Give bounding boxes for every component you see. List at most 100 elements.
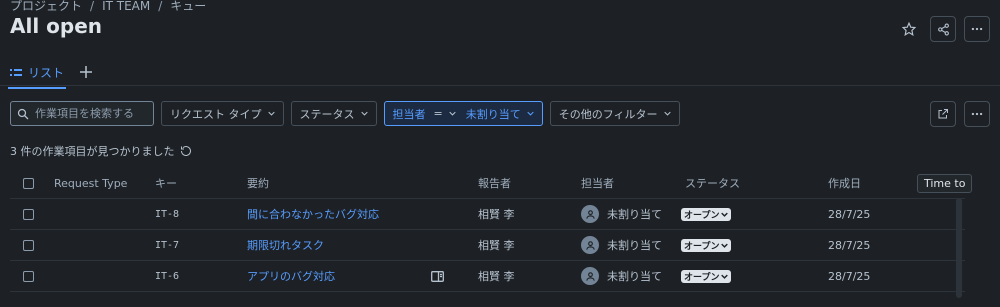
chevron-down-icon xyxy=(527,111,534,116)
chevron-down-icon xyxy=(721,274,729,279)
tab-list-label: リスト xyxy=(28,66,65,80)
status-badge-label: オープン xyxy=(684,210,720,221)
more-icon xyxy=(971,112,983,116)
row-created: 28/7/25 xyxy=(828,207,871,221)
tab-divider xyxy=(0,85,1000,86)
user-icon xyxy=(585,209,595,219)
chevron-down-icon xyxy=(449,111,456,116)
refresh-icon[interactable] xyxy=(180,145,192,157)
row-select-cell xyxy=(23,261,34,291)
assignee-filter-value: 未割り当て xyxy=(465,107,521,121)
column-summary[interactable]: 要約 xyxy=(247,168,269,198)
panel-icon xyxy=(431,270,444,282)
assignee-filter[interactable]: 担当者 = 未割り当て xyxy=(383,101,543,126)
row-assignee[interactable]: 未割り当て xyxy=(581,199,662,229)
breadcrumb-separator: / xyxy=(158,0,163,13)
row-assignee-name: 未割り当て xyxy=(607,239,662,252)
row-created: 28/7/25 xyxy=(828,238,871,252)
row-reporter: 相賢 李 xyxy=(478,208,515,221)
more-filters-label: その他のフィルター xyxy=(558,107,658,121)
row-assignee[interactable]: 未割り当て xyxy=(581,261,662,291)
star-icon xyxy=(902,22,916,36)
breadcrumb-queue[interactable]: キュー xyxy=(170,0,206,14)
external-link-icon xyxy=(938,109,948,119)
filter-actions xyxy=(930,101,990,127)
row-key[interactable]: IT-7 xyxy=(155,230,179,260)
header-actions xyxy=(896,16,990,42)
request-type-filter-label: リクエスト タイプ xyxy=(170,107,262,121)
result-count: 3 件の作業項目が見つかりました xyxy=(10,143,192,159)
column-assignee[interactable]: 担当者 xyxy=(581,168,614,198)
row-summary[interactable]: 期限切れタスク xyxy=(247,230,324,260)
row-summary[interactable]: 間に合わなかったバグ対応 xyxy=(247,199,379,229)
add-tab-button[interactable] xyxy=(80,64,93,82)
search-icon xyxy=(17,108,29,119)
share-button[interactable] xyxy=(930,16,956,42)
select-all-checkbox[interactable] xyxy=(23,177,34,189)
row-summary[interactable]: アプリのバグ対応 xyxy=(247,261,335,291)
row-assignee-name: 未割り当て xyxy=(607,208,662,221)
column-status[interactable]: ステータス xyxy=(685,168,740,198)
list-more-button[interactable] xyxy=(964,101,990,127)
table-row[interactable]: IT-7 期限切れタスク 相賢 李 未割り当て オープン 28/7/25 xyxy=(10,230,965,261)
column-key[interactable]: キー xyxy=(155,168,177,198)
row-open-panel-button[interactable] xyxy=(431,261,444,291)
assignee-filter-label: 担当者 xyxy=(392,107,426,121)
row-checkbox[interactable] xyxy=(23,239,34,251)
more-icon xyxy=(971,27,983,31)
row-reporter: 相賢 李 xyxy=(478,239,515,252)
chevron-down-icon xyxy=(721,212,729,217)
user-icon xyxy=(585,240,595,250)
breadcrumb-separator: / xyxy=(90,0,95,13)
assignee-filter-operator[interactable]: = xyxy=(434,107,443,120)
chevron-down-icon xyxy=(721,243,729,248)
status-badge-label: オープン xyxy=(684,241,720,252)
search-box xyxy=(10,101,154,126)
result-count-text: 3 件の作業項目が見つかりました xyxy=(10,145,175,158)
more-filters-button[interactable]: その他のフィルター xyxy=(549,101,680,126)
plus-icon xyxy=(80,65,93,78)
avatar xyxy=(581,205,599,223)
breadcrumb-projects[interactable]: プロジェクト xyxy=(10,0,82,14)
status-badge[interactable]: オープン xyxy=(681,207,732,221)
column-reporter[interactable]: 報告者 xyxy=(478,168,511,198)
table-header: Request Type キー 要約 報告者 担当者 ステータス 作成日 Tim… xyxy=(10,168,973,199)
status-badge[interactable]: オープン xyxy=(681,238,732,252)
request-type-filter[interactable]: リクエスト タイプ xyxy=(161,101,284,126)
star-button[interactable] xyxy=(896,16,922,42)
row-assignee[interactable]: 未割り当て xyxy=(581,230,662,260)
status-badge-label: オープン xyxy=(684,272,720,283)
chevron-down-icon xyxy=(267,111,275,116)
chevron-down-icon xyxy=(663,111,671,116)
row-reporter: 相賢 李 xyxy=(478,270,515,283)
breadcrumb-project[interactable]: IT TEAM xyxy=(102,0,150,13)
status-filter-label: ステータス xyxy=(299,107,355,121)
table-scrollbar[interactable] xyxy=(956,198,962,298)
chevron-down-icon xyxy=(360,111,368,116)
search-input[interactable] xyxy=(35,107,145,120)
row-checkbox[interactable] xyxy=(23,270,34,282)
column-request-type[interactable]: Request Type xyxy=(54,168,127,198)
open-in-new-button[interactable] xyxy=(930,101,956,127)
table-row[interactable]: IT-6 アプリのバグ対応 相賢 李 未割り当て オープン 28/7/25 xyxy=(10,261,965,292)
issues-table: Request Type キー 要約 報告者 担当者 ステータス 作成日 Tim… xyxy=(10,168,973,292)
row-key[interactable]: IT-8 xyxy=(155,199,179,229)
row-status[interactable]: オープン xyxy=(681,261,732,291)
row-status[interactable]: オープン xyxy=(681,230,732,260)
share-icon xyxy=(937,23,949,35)
column-created[interactable]: 作成日 xyxy=(828,168,861,198)
row-checkbox[interactable] xyxy=(23,208,34,220)
user-icon xyxy=(585,271,595,281)
status-badge[interactable]: オープン xyxy=(681,269,732,283)
table-row[interactable]: IT-8 間に合わなかったバグ対応 相賢 李 未割り当て オープン 28/7/2… xyxy=(10,199,965,230)
avatar xyxy=(581,267,599,285)
breadcrumb: プロジェクト / IT TEAM / キュー xyxy=(10,0,206,14)
row-key[interactable]: IT-6 xyxy=(155,261,179,291)
row-status[interactable]: オープン xyxy=(681,199,732,229)
list-icon xyxy=(10,68,22,76)
more-actions-button[interactable] xyxy=(964,16,990,42)
column-time-to[interactable]: Time to xyxy=(917,168,973,198)
page-title: All open xyxy=(10,14,103,38)
row-select-cell xyxy=(23,199,34,229)
status-filter[interactable]: ステータス xyxy=(290,101,377,126)
